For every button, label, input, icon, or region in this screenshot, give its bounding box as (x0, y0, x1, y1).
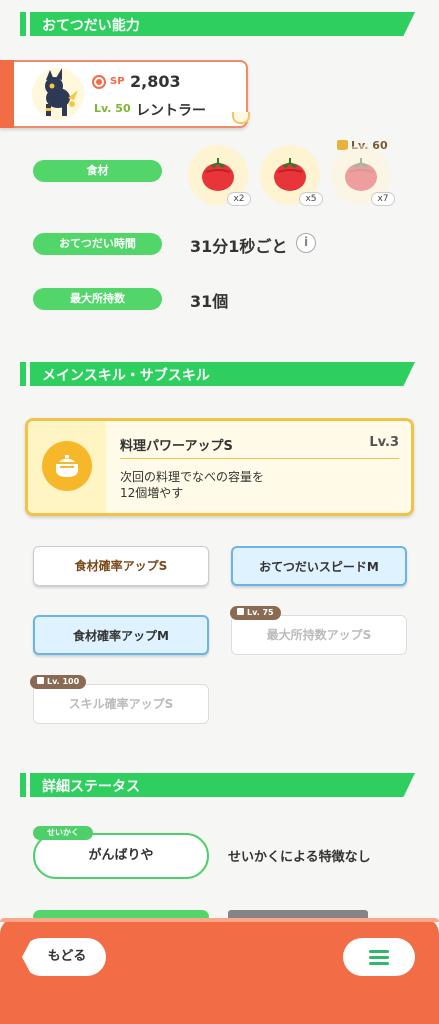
back-button[interactable]: もどる (22, 938, 106, 976)
sp-value: 2,803 (130, 72, 181, 91)
section-title: おてつだい能力 (42, 18, 140, 34)
sub-skill-4-locked[interactable]: 最大所持数アップS (231, 615, 407, 655)
tomato-icon (274, 158, 306, 191)
level-label: Lv. 50 (94, 102, 131, 115)
tomato-icon (345, 158, 377, 191)
section-title: 詳細ステータス (42, 779, 140, 795)
ingredient-qty-1: x2 (227, 192, 251, 206)
pot-icon (42, 441, 92, 491)
pokemon-card[interactable]: SP 2,803 Lv. 50 レントラー (0, 60, 248, 128)
sub-skill-5-locked[interactable]: スキル確率アップS (33, 684, 209, 724)
pokemon-avatar (32, 68, 84, 120)
nature-tag: せいかく (33, 826, 93, 840)
sp-icon (92, 75, 106, 89)
pokemon-name: レントラー (136, 103, 206, 119)
nature-description: せいかくによる特徴なし (228, 850, 371, 865)
section-header-details: 詳細ステータス (20, 773, 415, 797)
lock-icon (37, 677, 44, 684)
sub-skill-1[interactable]: 食材確率アップS (33, 546, 209, 586)
ingredient-qty-3: x7 (371, 192, 395, 206)
section-header-help-ability: おてつだい能力 (20, 12, 415, 36)
divider (120, 458, 399, 459)
sub-skill-3[interactable]: 食材確率アップM (33, 615, 209, 655)
card-accent (0, 60, 14, 128)
tomato-icon (202, 158, 234, 191)
max-carry-label: 最大所持数 (33, 288, 162, 310)
sub-skill-2[interactable]: おてつだいスピードM (231, 546, 407, 586)
sub-skill-4-lock-tag: Lv. 75 (230, 606, 281, 620)
info-icon[interactable]: i (296, 233, 316, 253)
main-skill-name: 料理パワーアップS (120, 439, 233, 454)
section-title: メインスキル・サブスキル (42, 368, 210, 384)
main-skill-level: Lv.3 (369, 435, 399, 450)
main-skill-description: 次回の料理でなべの容量を 12個増やす (120, 470, 265, 500)
section-header-skills: メインスキル・サブスキル (20, 362, 415, 386)
ingredient-qty-2: x5 (299, 192, 323, 206)
sp-label: SP (110, 76, 125, 87)
ingredients-label: 食材 (33, 160, 162, 182)
lock-icon (237, 608, 244, 615)
sub-skill-5-lock-tag: Lv. 100 (30, 675, 87, 689)
help-time-label: おてつだい時間 (33, 233, 162, 255)
main-skill-card[interactable]: 料理パワーアップS Lv.3 次回の料理でなべの容量を 12個増やす (25, 418, 414, 516)
max-carry-value: 31個 (190, 292, 229, 311)
help-time-value: 31分1秒ごと (190, 237, 288, 256)
menu-button[interactable] (343, 938, 415, 976)
